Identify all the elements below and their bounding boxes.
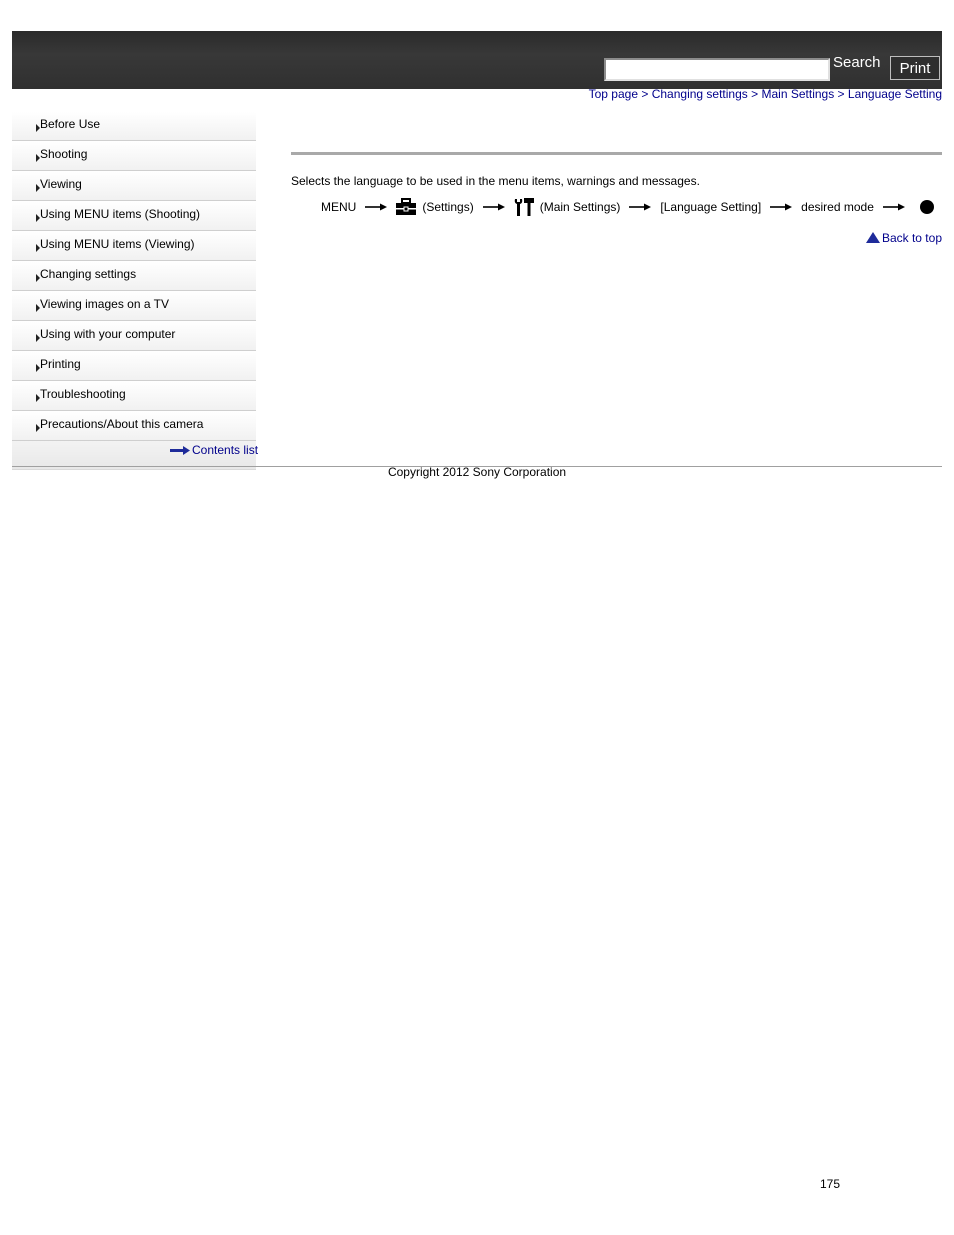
triangle-right-icon [36, 334, 40, 342]
triangle-right-icon [36, 124, 40, 132]
sidebar-item-changing-settings[interactable]: Changing settings [12, 261, 256, 291]
sidebar-item-printing[interactable]: Printing [12, 351, 256, 381]
toolbox-icon [396, 198, 417, 215]
breadcrumb-separator: > [751, 87, 759, 101]
sidebar-item-viewing-tv[interactable]: Viewing images on a TV [12, 291, 256, 321]
procedure-language-setting: [Language Setting] [660, 200, 762, 214]
triangle-right-icon [36, 214, 40, 222]
back-to-top-link[interactable]: Back to top [865, 231, 942, 245]
sidebar-item-label: Using with your computer [40, 327, 176, 341]
sidebar-item-label: Using MENU items (Viewing) [40, 237, 195, 251]
description-text: Selects the language to be used in the m… [291, 174, 700, 188]
center-button-icon [919, 200, 934, 214]
contents-list-label: Contents list [192, 443, 259, 457]
search-input[interactable] [604, 58, 830, 81]
menu-procedure: MENU (Settings) (Main Settings) [Languag… [318, 194, 937, 220]
print-button[interactable]: Print [890, 56, 940, 80]
sidebar-item-viewing[interactable]: Viewing [12, 171, 256, 201]
contents-list-link[interactable]: Contents list [170, 443, 258, 457]
triangle-right-icon [36, 304, 40, 312]
sidebar-item-label: Viewing images on a TV [40, 297, 169, 311]
sidebar-item-label: Precautions/About this camera [40, 417, 204, 431]
triangle-right-icon [36, 154, 40, 162]
sidebar-item-menu-viewing[interactable]: Using MENU items (Viewing) [12, 231, 256, 261]
copyright-text: Copyright 2012 Sony Corporation [387, 465, 567, 479]
arrow-right-icon [170, 446, 190, 455]
sidebar-item-precautions[interactable]: Precautions/About this camera [12, 411, 256, 441]
arrow-right-icon [482, 203, 505, 211]
procedure-menu: MENU [321, 200, 357, 214]
triangle-right-icon [36, 394, 40, 402]
sidebar-item-before-use[interactable]: Before Use [12, 111, 256, 141]
triangle-up-icon [865, 232, 880, 243]
breadcrumb: Top page > Changing settings > Main Sett… [589, 87, 942, 101]
procedure-main-settings: (Main Settings) [539, 200, 621, 214]
sidebar-item-shooting[interactable]: Shooting [12, 141, 256, 171]
sidebar-item-menu-shooting[interactable]: Using MENU items (Shooting) [12, 201, 256, 231]
arrow-right-icon [770, 203, 793, 211]
breadcrumb-changing-settings[interactable]: Changing settings [652, 87, 748, 101]
triangle-right-icon [36, 424, 40, 432]
sidebar-item-computer[interactable]: Using with your computer [12, 321, 256, 351]
sidebar-item-label: Printing [40, 357, 81, 371]
arrow-right-icon [882, 203, 905, 211]
triangle-right-icon [36, 244, 40, 252]
arrow-right-icon [629, 203, 652, 211]
sidebar-item-label: Shooting [40, 147, 88, 161]
triangle-right-icon [36, 184, 40, 192]
sidebar-item-label: Using MENU items (Shooting) [40, 207, 201, 221]
back-to-top-label: Back to top [881, 231, 942, 245]
page-number: 175 [820, 1177, 841, 1191]
breadcrumb-top-page[interactable]: Top page [589, 87, 638, 101]
breadcrumb-language-setting[interactable]: Language Setting [848, 87, 942, 101]
sidebar-item-label: Viewing [40, 177, 82, 191]
sidebar-item-label: Before Use [40, 117, 101, 131]
triangle-right-icon [36, 274, 40, 282]
procedure-desired-mode: desired mode [801, 200, 874, 214]
sidebar-item-label: Troubleshooting [40, 387, 126, 401]
search-button[interactable]: Search [833, 54, 881, 71]
procedure-settings: (Settings) [422, 200, 474, 214]
sidebar-nav: Before Use Shooting Viewing Using MENU i… [12, 111, 256, 470]
sidebar-item-troubleshooting[interactable]: Troubleshooting [12, 381, 256, 411]
breadcrumb-main-settings[interactable]: Main Settings [762, 87, 835, 101]
triangle-right-icon [36, 364, 40, 372]
wrench-hammer-icon [514, 198, 534, 216]
arrow-right-icon [365, 203, 388, 211]
header-bar: Search Print [12, 31, 942, 89]
breadcrumb-separator: > [837, 87, 845, 101]
breadcrumb-separator: > [641, 87, 649, 101]
title-divider [291, 152, 942, 155]
sidebar-item-label: Changing settings [40, 267, 137, 281]
